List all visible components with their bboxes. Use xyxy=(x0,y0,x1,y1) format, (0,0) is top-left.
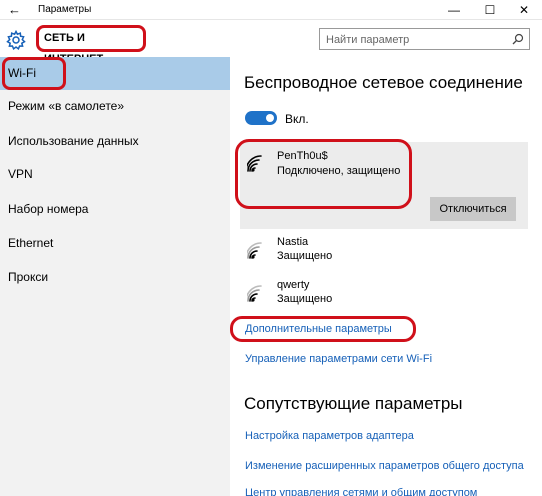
sidebar: Wi-Fi Режим «в самолете» Использование д… xyxy=(0,57,230,496)
page-header: СЕТЬ И ИНТЕРНЕТ xyxy=(0,22,542,65)
network-name: PenTh0u$ xyxy=(277,150,328,162)
gear-icon xyxy=(6,30,26,50)
search-input[interactable] xyxy=(326,32,506,47)
network-status: Защищено xyxy=(277,293,333,305)
sidebar-item-label: Набор номера xyxy=(8,202,89,216)
adapter-settings-link[interactable]: Настройка параметров адаптера xyxy=(245,430,414,442)
sidebar-item-proxy[interactable]: Прокси xyxy=(0,261,230,294)
disconnect-button[interactable]: Отключиться xyxy=(430,197,516,221)
related-heading: Сопутствующие параметры xyxy=(244,394,463,413)
sidebar-item-label: Режим «в самолете» xyxy=(8,99,125,113)
manage-wifi-link[interactable]: Управление параметрами сети Wi-Fi xyxy=(245,353,432,365)
annotation-highlight xyxy=(230,316,416,342)
toggle-knob xyxy=(266,114,274,122)
wifi-signal-icon xyxy=(247,242,262,259)
main-content: Беспроводное сетевое соединение Вкл. Pen… xyxy=(230,57,542,496)
annotation-highlight xyxy=(2,57,66,90)
network-status: Защищено xyxy=(277,250,333,262)
section-heading: Беспроводное сетевое соединение xyxy=(244,73,523,92)
network-center-link[interactable]: Центр управления сетями и общим доступом xyxy=(245,487,477,496)
wifi-signal-icon xyxy=(247,155,262,172)
network-status: Подключено, защищено xyxy=(277,165,401,177)
window-title: Параметры xyxy=(38,4,92,15)
sharing-settings-link[interactable]: Изменение расширенных параметров общего … xyxy=(245,460,524,472)
sidebar-item-label: Прокси xyxy=(8,270,49,284)
sidebar-item-label: VPN xyxy=(8,167,33,181)
wifi-signal-icon xyxy=(247,285,262,302)
search-icon[interactable] xyxy=(511,32,525,46)
sidebar-item-airplane-mode[interactable]: Режим «в самолете» xyxy=(0,90,230,123)
back-arrow-icon[interactable]: ← xyxy=(8,2,21,17)
sidebar-item-ethernet[interactable]: Ethernet xyxy=(0,227,230,260)
close-button[interactable]: ✕ xyxy=(508,0,540,20)
sidebar-item-label: Ethernet xyxy=(8,236,54,250)
minimize-button[interactable]: — xyxy=(438,0,470,20)
maximize-button[interactable]: ☐ xyxy=(474,0,506,20)
page-title: СЕТЬ И ИНТЕРНЕТ xyxy=(36,25,146,65)
sidebar-item-data-usage[interactable]: Использование данных xyxy=(0,125,230,158)
network-name: Nastia xyxy=(277,236,309,248)
wifi-toggle[interactable] xyxy=(245,111,277,125)
sidebar-item-dialup[interactable]: Набор номера xyxy=(0,193,230,226)
title-bar: ← Параметры — ☐ ✕ xyxy=(0,0,542,20)
network-name: qwerty xyxy=(277,279,310,291)
sidebar-item-vpn[interactable]: VPN xyxy=(0,158,230,191)
sidebar-item-label: Использование данных xyxy=(8,134,139,148)
toggle-label: Вкл. xyxy=(285,112,309,126)
search-box[interactable] xyxy=(319,28,530,50)
